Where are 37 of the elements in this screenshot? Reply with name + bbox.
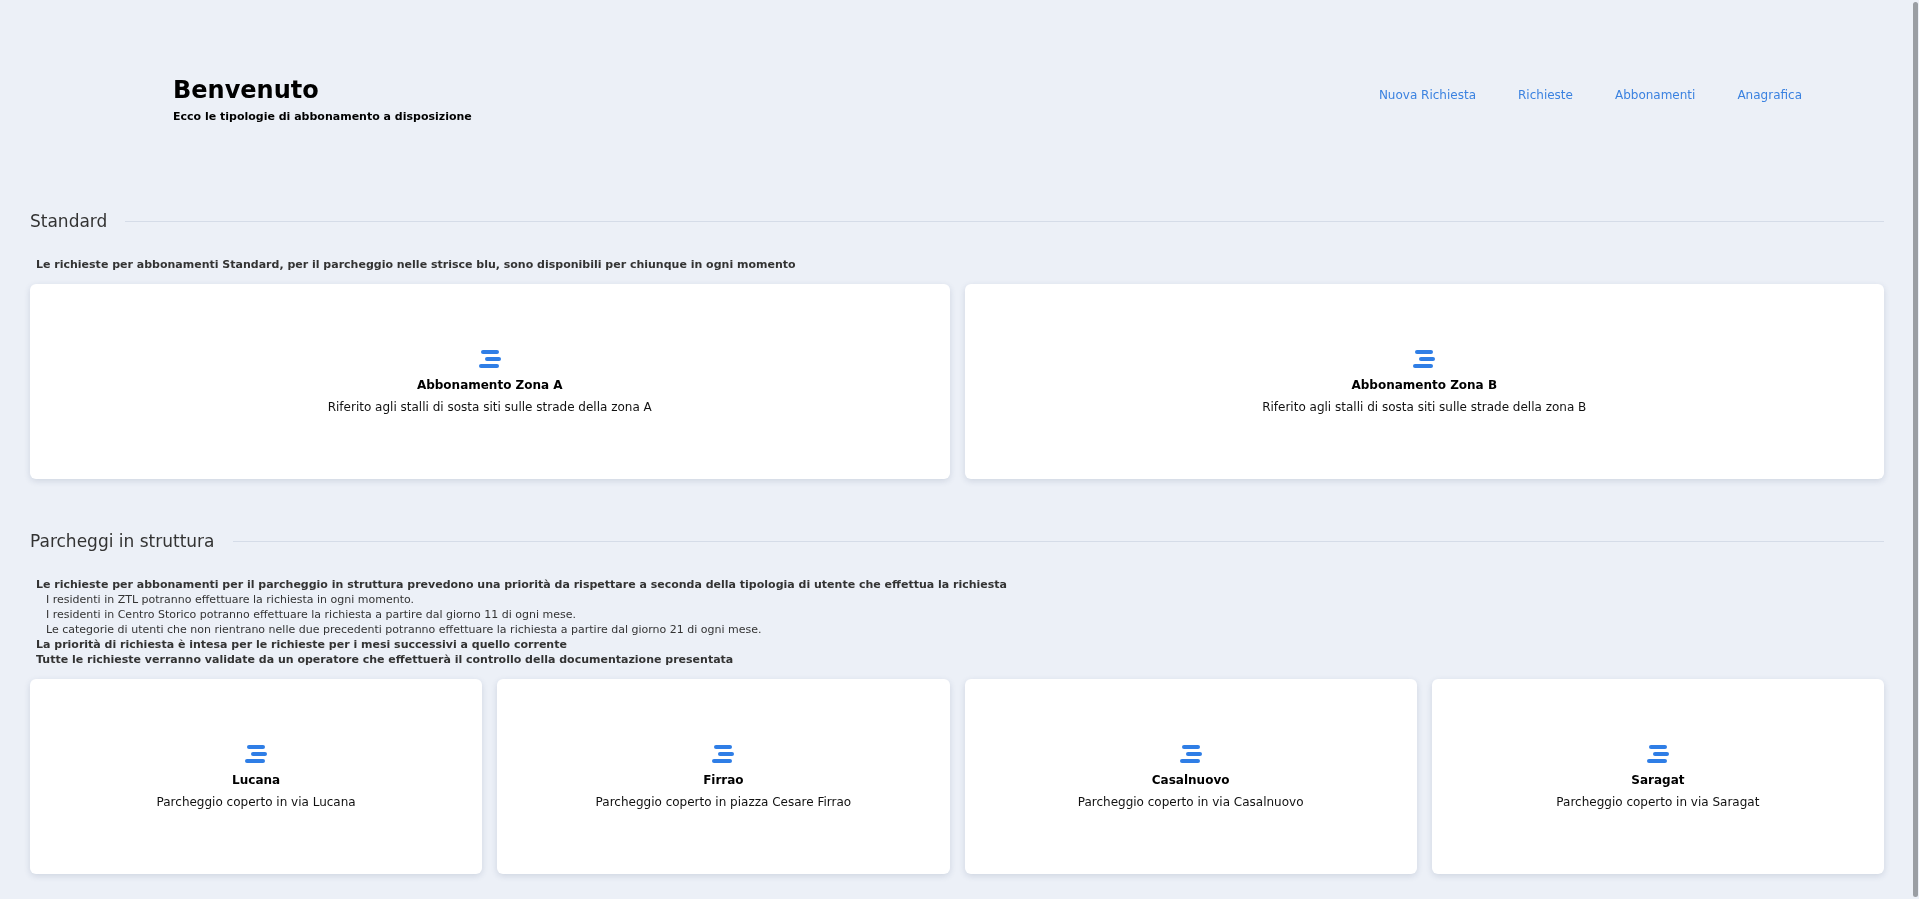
card-description: Parcheggio coperto in piazza Cesare Firrao: [595, 794, 852, 809]
subscription-card[interactable]: Lucana Parcheggio coperto in via Lucana: [30, 679, 483, 874]
bars-icon: [478, 349, 501, 368]
card-description: Parcheggio coperto in via Lucana: [156, 794, 356, 809]
bars-icon: [1413, 349, 1436, 368]
subscription-card[interactable]: Abbonamento Zona A Riferito agli stalli di sosta siti sulle strade della zona A: [30, 284, 950, 479]
info-text: Le richieste per abbonamenti per il parcheggio in struttura prevedono una priorità da rispettare a seconda della tipologia di utente che effettua la richiesta: [36, 577, 1009, 592]
subscription-card[interactable]: Abbonamento Zona B Riferito agli stalli di sosta siti sulle strade della zona B: [964, 284, 1884, 479]
nav-link[interactable]: Abbonamenti: [1614, 88, 1696, 102]
card-title: Abbonamento Zona A: [416, 377, 563, 392]
rule-item: I residenti in ZTL potranno effettuare la richiesta in ogni momento.: [45, 592, 416, 607]
card-title: Saragat: [1631, 772, 1685, 787]
card-title: Firrao: [703, 772, 744, 787]
nav-link[interactable]: Nuova Richiesta: [1378, 88, 1476, 102]
bars-icon: [1179, 744, 1202, 763]
rule-item: Le categorie di utenti che non rientrano nelle due precedenti potranno effettuare la richiesta a partire dal giorno 21 di ogni mese.: [45, 622, 763, 637]
bars-icon: [1646, 744, 1669, 763]
subscription-card[interactable]: Casalnuovo Parcheggio coperto in via Casalnuovo: [964, 679, 1417, 874]
bars-icon: [712, 744, 735, 763]
info-text: Tutte le richieste verranno validate da un operatore che effettuerà il controllo della documentazione presentata: [36, 652, 735, 667]
card-title: Casalnuovo: [1151, 772, 1230, 787]
info-text: Le richieste per abbonamenti Standard, per il parcheggio nelle strisce blu, sono disponibili per chiunque in ogni momento: [36, 257, 797, 272]
rule-item: I residenti in Centro Storico potranno effettuare la richiesta a partire dal giorno 11 di ogni mese.: [45, 607, 577, 622]
subscription-card[interactable]: Saragat Parcheggio coperto in via Saragat: [1431, 679, 1884, 874]
subscription-card[interactable]: Firrao Parcheggio coperto in piazza Cesare Firrao: [497, 679, 950, 874]
info-text: La priorità di richiesta è intesa per le richieste per i mesi successivi a quello corrente: [36, 637, 568, 652]
card-description: Parcheggio coperto in via Casalnuovo: [1077, 794, 1304, 809]
section-title: Standard: [30, 211, 108, 231]
page-title: Benvenuto: [173, 76, 320, 104]
card-title: Lucana: [232, 772, 281, 787]
card-description: Riferito agli stalli di sosta siti sulle strade della zona A: [327, 399, 652, 414]
card-description: Parcheggio coperto in via Saragat: [1556, 794, 1760, 809]
card-description: Riferito agli stalli di sosta siti sulle strade della zona B: [1262, 399, 1587, 414]
bars-icon: [245, 744, 268, 763]
card-title: Abbonamento Zona B: [1351, 377, 1498, 392]
section-title: Parcheggi in struttura: [30, 531, 215, 551]
page-subtitle: Ecco le tipologie di abbonamento a disposizione: [173, 110, 472, 123]
